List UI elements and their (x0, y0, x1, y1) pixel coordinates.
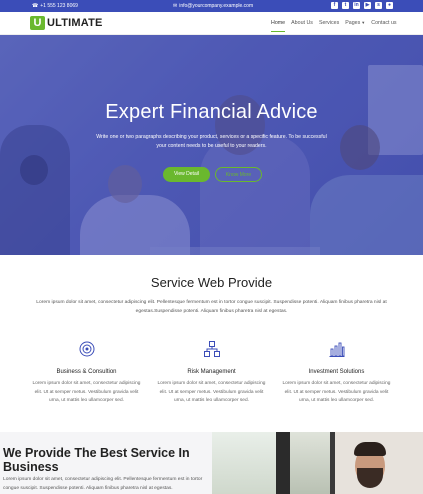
chevron-down-icon: ▼ (361, 20, 366, 25)
site-header: U ULTIMATE Home About Us Services Pages▼… (0, 12, 423, 35)
service-desc: Lorem ipsum dolor sit amet, consectetur … (282, 381, 391, 403)
hero-banner: Expert Financial Advice Write one or two… (0, 35, 423, 255)
skype-icon[interactable]: s (375, 2, 382, 9)
nav-item-home[interactable]: Home (271, 20, 286, 32)
view-detail-button[interactable]: View Detail (163, 167, 210, 182)
about-title: We Provide The Best Service In Business (3, 446, 190, 474)
email-contact[interactable]: ✉ info@yourcompany.example.com (173, 3, 253, 9)
service-name: Risk Management (187, 369, 236, 375)
logo[interactable]: U ULTIMATE (30, 16, 103, 30)
linkedin-icon[interactable]: in (353, 2, 360, 9)
nav-item-contact[interactable]: Contact us (371, 20, 396, 30)
social-links: f t in ▶ s ● (331, 2, 393, 9)
nav-item-pages-label: Pages (345, 20, 361, 26)
phone-contact[interactable]: ☎ +1 555 123 8069 (32, 3, 78, 9)
email-address: info@yourcompany.example.com (179, 3, 254, 9)
hierarchy-icon (203, 341, 220, 357)
nav-item-services[interactable]: Services (319, 20, 339, 30)
main-nav: Home About Us Services Pages▼ Contact us (271, 20, 397, 32)
about-text: Lorem ipsum dolor sit amet, consectetur … (3, 477, 203, 491)
photo-window (290, 432, 330, 494)
service-name: Investment Solutions (308, 369, 365, 375)
target-icon (79, 341, 94, 357)
github-icon[interactable]: ● (386, 2, 393, 9)
know-more-button[interactable]: Know More (215, 167, 262, 182)
phone-number: +1 555 123 8069 (40, 3, 78, 9)
bar-chart-icon (329, 342, 344, 357)
email-icon: ✉ (173, 3, 178, 9)
logo-mark: U (30, 16, 45, 30)
facebook-icon[interactable]: f (331, 2, 338, 9)
top-bar: ☎ +1 555 123 8069 ✉ info@yourcompany.exa… (0, 0, 423, 12)
hero-title: Expert Financial Advice (105, 101, 318, 123)
service-desc: Lorem ipsum dolor sit amet, consectetur … (32, 381, 141, 403)
nav-item-about[interactable]: About Us (291, 20, 313, 30)
service-card: Business & Consultion Lorem ipsum dolor … (29, 340, 144, 406)
logo-text: ULTIMATE (47, 17, 103, 29)
youtube-icon[interactable]: ▶ (364, 2, 371, 9)
twitter-icon[interactable]: t (342, 2, 349, 9)
services-title: Service Web Provide (150, 275, 273, 290)
service-card: Investment Solutions Lorem ipsum dolor s… (279, 340, 394, 406)
about-photo (212, 432, 423, 494)
nav-item-pages[interactable]: Pages▼ (345, 20, 365, 30)
service-desc: Lorem ipsum dolor sit amet, consectetur … (157, 381, 266, 403)
service-name: Business & Consultion (56, 369, 117, 375)
service-card: Risk Management Lorem ipsum dolor sit am… (154, 340, 269, 406)
services-intro: Lorem ipsum dolor sit amet, consectetur … (36, 300, 387, 314)
photo-window (212, 432, 277, 494)
hero-text: Write one or two paragraphs describing y… (96, 134, 327, 149)
photo-window-frame (276, 432, 290, 494)
photo-person-hair (354, 442, 386, 456)
phone-icon: ☎ (32, 3, 39, 9)
